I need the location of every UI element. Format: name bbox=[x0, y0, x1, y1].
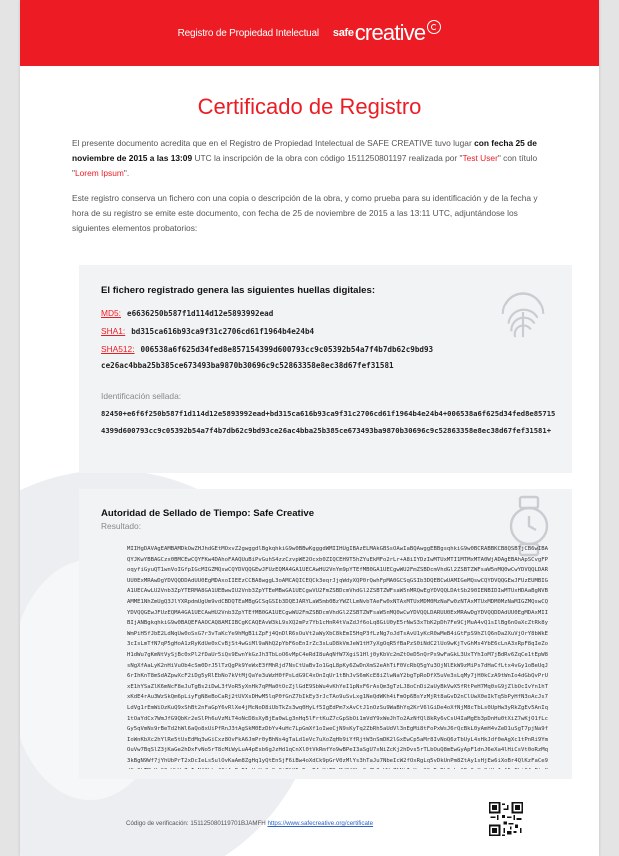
md5-value: e6636250b587f1d114d12e5893992ead bbox=[127, 309, 274, 318]
sha512-row: SHA512: 006538a6f625d34fed8e857154399d600… bbox=[101, 344, 433, 354]
sha512-label: SHA512: bbox=[101, 344, 135, 354]
brand-safe: safe bbox=[332, 27, 354, 39]
sha1-row: SHA1: bd315ca616b93ca9f31c2706cd61f1964b4… bbox=[101, 326, 314, 336]
result-label: Resultado: bbox=[101, 521, 142, 531]
page-title: Certificado de Registro bbox=[197, 94, 422, 119]
fingerprint-icon bbox=[501, 292, 545, 338]
fingerprints-title: El fichero registrado genera las siguien… bbox=[101, 285, 376, 296]
brand-creative: creative bbox=[354, 20, 426, 45]
author-name: Test User bbox=[462, 153, 498, 163]
certificate-page: Registro de Propiedad Intelectual safe c… bbox=[20, 0, 599, 856]
sha512-row-cont: ce26ac4bba25b385ce673493ba9870b30696c9c5… bbox=[101, 361, 394, 370]
sha1-label: SHA1: bbox=[101, 326, 126, 336]
md5-row: MD5: e6636250b587f1d114d12e5893992ead bbox=[101, 308, 273, 318]
sha512-value-a: 006538a6f625d34fed8e857154399d600793cc9c… bbox=[140, 345, 434, 354]
timestamp-result: MIIHgDAVAgEAMBAMDkOwZHJhdGEtMOxvZ2gwggdl… bbox=[127, 546, 548, 769]
safe-creative-logo-icon bbox=[427, 20, 442, 34]
intro-paragraph: El presente documento acredita que en el… bbox=[72, 138, 538, 178]
certificate-link[interactable]: https://www.safecreative.org/certificate bbox=[268, 820, 374, 827]
header-banner: Registro de Propiedad Intelectual safe c… bbox=[20, 0, 599, 66]
timestamp-box: Autoridad de Sellado de Tiempo: Safe Cre… bbox=[79, 489, 572, 779]
sha1-value: bd315ca616b93ca9f31c2706cd61f1964b4e24b4 bbox=[131, 327, 315, 336]
timestamp-title: Autoridad de Sellado de Tiempo: Safe Cre… bbox=[101, 508, 315, 519]
evidence-paragraph: Este registro conserva un fichero con un… bbox=[72, 193, 538, 233]
qr-code bbox=[489, 802, 523, 836]
verification-code: Código de verificación: 151125080119701B… bbox=[126, 820, 266, 827]
sha512-value-b: ce26ac4bba25b385ce673493ba9870b30696c9c5… bbox=[101, 361, 394, 370]
registry-label: Registro de Propiedad Intelectual bbox=[177, 27, 319, 39]
safe-creative-logo: safe creative bbox=[332, 20, 442, 46]
md5-label: MD5: bbox=[101, 308, 122, 318]
fingerprints-box: El fichero registrado genera las siguien… bbox=[79, 265, 572, 473]
sealed-id-value: 82450+e6f6f250b587f1d114d12e5893992ead+b… bbox=[101, 409, 556, 435]
work-title: Lorem Ipsum bbox=[74, 168, 124, 178]
footer: Código de verificación: 151125080119701B… bbox=[126, 820, 373, 827]
sealed-id-label: Identificación sellada: bbox=[101, 391, 182, 401]
